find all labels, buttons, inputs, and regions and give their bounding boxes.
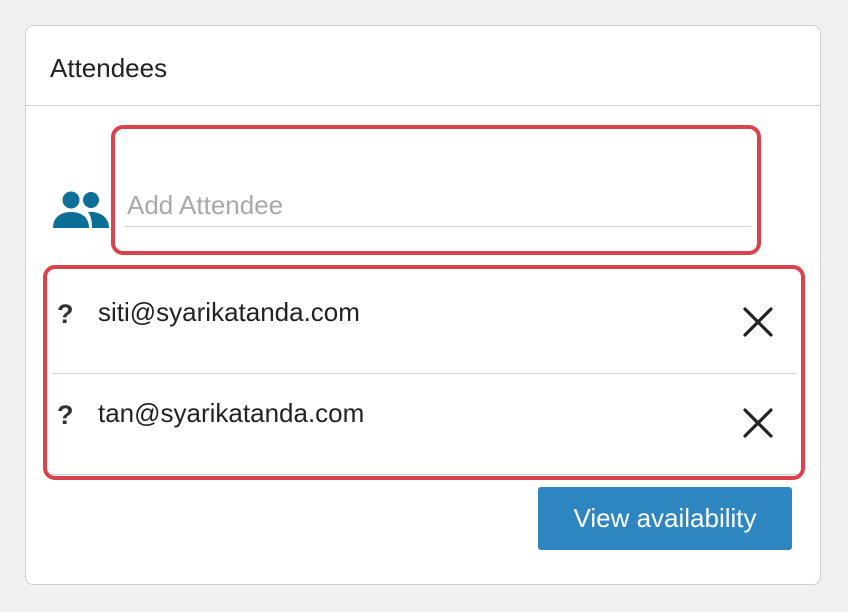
status-unknown-icon: ? [57, 400, 74, 430]
attendee-list: ? siti@syarikatanda.com ? tan@syarikatan… [43, 265, 805, 480]
attendee-row: ? tan@syarikatanda.com [51, 374, 797, 475]
attendee-row: ? siti@syarikatanda.com [51, 273, 797, 374]
panel-header: Attendees [26, 26, 820, 106]
view-availability-button[interactable]: View availability [538, 487, 792, 550]
attendee-email: tan@syarikatanda.com [98, 398, 365, 428]
panel-title: Attendees [50, 53, 168, 83]
add-attendee-input[interactable] [125, 185, 751, 227]
attendee-email: siti@syarikatanda.com [98, 297, 360, 327]
close-icon[interactable] [741, 305, 775, 339]
attendees-panel: Attendees ? siti@syarikatanda.com ? tan@… [25, 25, 821, 585]
status-unknown-icon: ? [57, 299, 74, 329]
add-attendee-highlight [111, 125, 761, 255]
close-icon[interactable] [741, 406, 775, 440]
people-icon [53, 191, 109, 228]
